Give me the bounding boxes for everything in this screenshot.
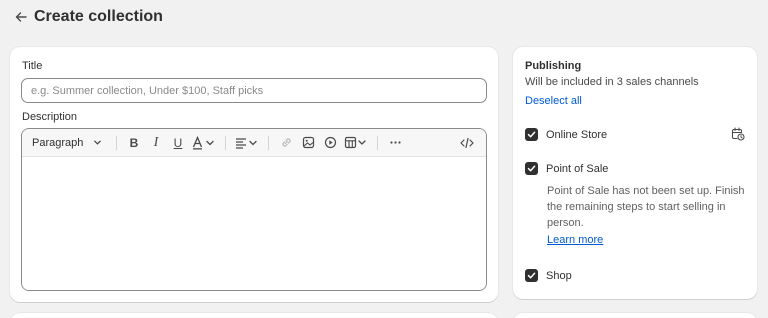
channel-point-of-sale: Point of Sale	[525, 162, 608, 175]
next-card	[10, 313, 498, 318]
shop-label: Shop	[546, 269, 572, 282]
toolbar-divider	[268, 135, 269, 150]
checkmark-icon	[527, 131, 536, 138]
online-store-checkbox[interactable]	[525, 128, 538, 141]
link-button[interactable]	[275, 133, 297, 153]
toolbar-divider	[225, 135, 226, 150]
point-of-sale-note: Point of Sale has not been set up. Finis…	[547, 185, 745, 229]
link-icon	[281, 138, 291, 147]
online-store-label: Online Store	[546, 128, 608, 141]
page-header: Create collection	[12, 6, 163, 28]
deselect-all-link[interactable]: Deselect all	[525, 95, 582, 107]
learn-more-link[interactable]: Learn more	[547, 234, 603, 246]
calendar-clock-icon	[731, 127, 745, 141]
text-color-icon	[192, 135, 214, 149]
image-icon	[302, 136, 314, 149]
title-input[interactable]	[21, 78, 487, 103]
publishing-title: Publishing	[525, 60, 582, 72]
publishing-card: Publishing Will be included in 3 sales c…	[513, 47, 757, 299]
bold-button[interactable]: B	[123, 133, 145, 153]
more-options-button[interactable]	[384, 133, 406, 153]
table-icon	[344, 136, 366, 149]
checkmark-icon	[527, 165, 536, 172]
publishing-subtitle: Will be included in 3 sales channels	[525, 76, 699, 88]
toolbar-divider	[116, 135, 117, 150]
point-of-sale-checkbox[interactable]	[525, 162, 538, 175]
title-label: Title	[22, 60, 43, 72]
checkmark-icon	[527, 272, 536, 279]
format-select[interactable]: Paragraph	[32, 137, 110, 149]
next-side-card	[513, 313, 757, 318]
align-left-icon	[236, 137, 257, 149]
channel-online-store: Online Store	[525, 128, 607, 141]
code-icon	[460, 137, 474, 149]
arrow-left-icon	[15, 12, 27, 22]
video-button[interactable]	[319, 133, 341, 153]
back-button[interactable]	[12, 8, 30, 26]
schedule-button[interactable]	[731, 127, 745, 146]
table-button[interactable]	[341, 133, 371, 153]
shop-checkbox[interactable]	[525, 269, 538, 282]
description-editor: Paragraph B I U	[21, 128, 487, 291]
text-color-button[interactable]	[189, 133, 219, 153]
more-horizontal-icon	[389, 141, 401, 144]
align-button[interactable]	[232, 133, 262, 153]
editor-content-area[interactable]	[22, 157, 486, 290]
point-of-sale-label: Point of Sale	[546, 162, 609, 175]
collection-details-card: Title Description Paragraph B I U	[10, 47, 498, 302]
toolbar-divider	[377, 135, 378, 150]
chevron-down-icon	[94, 140, 102, 145]
image-button[interactable]	[297, 133, 319, 153]
italic-button[interactable]: I	[145, 133, 167, 153]
description-label: Description	[22, 111, 78, 123]
editor-toolbar: Paragraph B I U	[22, 129, 486, 157]
html-code-button[interactable]	[456, 133, 478, 153]
play-circle-icon	[324, 136, 336, 149]
channel-shop: Shop	[525, 269, 572, 282]
underline-button[interactable]: U	[167, 133, 189, 153]
format-select-value: Paragraph	[32, 136, 84, 149]
page-title: Create collection	[34, 8, 163, 25]
